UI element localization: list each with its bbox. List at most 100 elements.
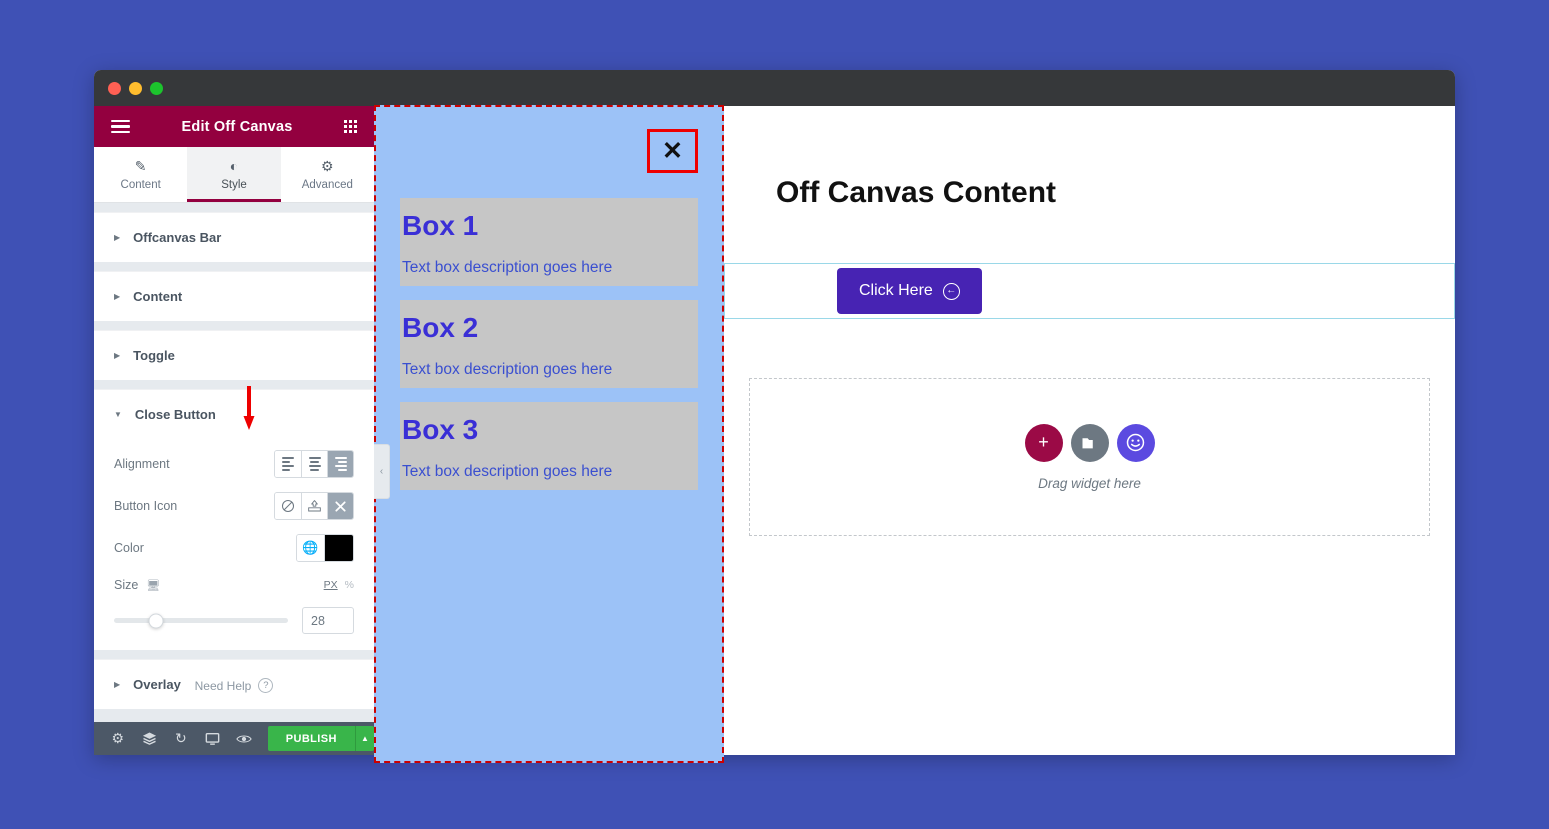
add-widget-icon[interactable]: + (1024, 423, 1063, 462)
browser-window: Edit Off Canvas ✎ Content ◐ Style ⚙ Adva… (94, 70, 1455, 763)
layers-navigator-icon[interactable] (134, 722, 166, 755)
list-item[interactable]: Box 3 Text box description goes here (400, 402, 698, 490)
tab-content[interactable]: ✎ Content (94, 147, 187, 202)
alignment-label: Alignment (114, 457, 170, 471)
box-description: Text box description goes here (402, 259, 613, 276)
align-left-icon (282, 457, 294, 471)
panel-collapse-handle[interactable]: ‹ (374, 444, 390, 499)
icon-upload-button[interactable] (301, 493, 327, 519)
box-description: Text box description goes here (402, 361, 613, 378)
icon-close-x-button[interactable] (327, 493, 353, 519)
color-label: Color (114, 541, 144, 555)
chevron-right-icon: ▶ (114, 351, 121, 360)
tab-style[interactable]: ◐ Style (187, 147, 281, 202)
page-content-area: Off Canvas Content Click Here ← + Drag w… (724, 106, 1455, 755)
unit-percent-button[interactable]: % (345, 579, 354, 591)
size-value-input[interactable] (302, 607, 354, 634)
tab-advanced-label: Advanced (301, 178, 353, 191)
history-revisions-icon[interactable]: ↻ (165, 722, 197, 755)
offcanvas-box-list: Box 1 Text box description goes here Box… (400, 198, 698, 490)
widget-dropzone[interactable]: + Drag widget here (749, 378, 1430, 536)
align-center-icon (308, 457, 321, 471)
circle-arrow-left-icon: ← (942, 282, 960, 300)
hamburger-icon[interactable] (111, 119, 130, 134)
globe-icon[interactable]: 🌐 (297, 535, 324, 561)
size-slider-knob[interactable] (148, 613, 164, 628)
list-item[interactable]: Box 1 Text box description goes here (400, 198, 698, 286)
section-toggle-label: Toggle (133, 348, 175, 363)
annotation-arrow-down-icon (243, 386, 255, 430)
section-close-button[interactable]: ▼ Close Button (94, 389, 374, 439)
button-icon-label: Button Icon (114, 499, 178, 513)
section-toggle[interactable]: ▶ Toggle (94, 330, 374, 380)
upload-tray-icon (308, 500, 321, 512)
icon-none-button[interactable] (275, 493, 301, 519)
section-content[interactable]: ▶ Content (94, 271, 374, 321)
list-item[interactable]: Box 2 Text box description goes here (400, 300, 698, 388)
responsive-monitor-icon[interactable] (197, 722, 229, 755)
close-x-icon (335, 500, 346, 512)
panel-title: Edit Off Canvas (181, 118, 293, 135)
pencil-icon: ✎ (134, 157, 147, 174)
align-right-icon (334, 457, 347, 471)
color-picker-group: 🌐 (296, 534, 354, 562)
contrast-circle-icon: ◐ (229, 157, 239, 174)
box-title: Box 2 (402, 312, 479, 343)
smiley-widget-icon[interactable] (1116, 423, 1155, 462)
chevron-down-icon: ▼ (114, 410, 122, 419)
size-control-row: Size 🖥 PX % (114, 569, 354, 601)
color-control-row: Color 🌐 (114, 527, 354, 569)
publish-options-chevron-up-icon[interactable]: ▲ (354, 726, 374, 751)
drag-widget-hint: Drag widget here (1038, 475, 1141, 491)
minimize-window-button[interactable] (129, 81, 142, 95)
need-help[interactable]: Need Help ? (94, 678, 374, 693)
section-offcanvas-bar[interactable]: ▶ Offcanvas Bar (94, 212, 374, 262)
tab-content-label: Content (120, 178, 161, 191)
section-content-label: Content (133, 289, 183, 304)
editor-sidebar-panel: Edit Off Canvas ✎ Content ◐ Style ⚙ Adva… (94, 106, 374, 755)
screen-root: Edit Off Canvas ✎ Content ◐ Style ⚙ Adva… (0, 0, 1549, 829)
close-window-button[interactable] (108, 81, 121, 95)
maximize-window-button[interactable] (150, 81, 163, 95)
monitor-icon[interactable]: 🖥 (146, 579, 160, 592)
size-slider-row (114, 607, 354, 634)
color-swatch[interactable] (324, 535, 353, 561)
need-help-label: Need Help (194, 678, 252, 693)
box-title: Box 3 (402, 414, 479, 445)
settings-gear-icon[interactable]: ⚙ (102, 722, 134, 755)
section-divider (94, 650, 374, 659)
section-close-button-label: Close Button (134, 407, 216, 422)
offcanvas-panel: ✕ Box 1 Text box description goes here B… (374, 105, 724, 763)
box-description: Text box description goes here (402, 463, 613, 480)
style-sections: ▶ Offcanvas Bar ▶ Content ▶ Toggle ▼ Clo… (94, 203, 374, 722)
align-center-button[interactable] (301, 451, 327, 477)
grid-apps-icon[interactable] (344, 120, 357, 133)
close-button-settings: Alignment Button Icon Color 🌐 Size 🖥 PX … (94, 439, 374, 650)
box-title: Box 1 (402, 210, 479, 241)
editor-canvas: ‹ ✕ Box 1 Text box description goes here… (374, 105, 1455, 763)
offcanvas-close-button[interactable]: ✕ (647, 129, 698, 173)
widget-shortcut-buttons: + (1024, 423, 1155, 462)
section-divider (94, 203, 374, 212)
size-label: Size (114, 578, 139, 592)
editor-body: Edit Off Canvas ✎ Content ◐ Style ⚙ Adva… (94, 105, 1455, 763)
question-mark-icon: ? (258, 678, 274, 693)
folder-template-icon[interactable] (1070, 423, 1109, 462)
section-divider (94, 262, 374, 271)
tab-advanced[interactable]: ⚙ Advanced (281, 147, 374, 202)
size-slider[interactable] (114, 613, 288, 628)
click-here-label: Click Here (859, 282, 933, 299)
chevron-right-icon: ▶ (114, 233, 121, 242)
button-section[interactable]: Click Here ← (724, 263, 1455, 319)
window-titlebar (94, 70, 1455, 106)
publish-button[interactable]: PUBLISH (267, 726, 355, 751)
section-offcanvas-bar-label: Offcanvas Bar (133, 230, 222, 245)
align-right-button[interactable] (327, 451, 353, 477)
section-divider (94, 380, 374, 389)
align-left-button[interactable] (275, 451, 301, 477)
unit-px-button[interactable]: PX (324, 579, 338, 591)
click-here-button[interactable]: Click Here ← (837, 268, 982, 314)
page-title: Off Canvas Content (776, 176, 1057, 209)
unit-switcher: PX % (324, 579, 354, 591)
preview-eye-icon[interactable] (228, 722, 260, 755)
